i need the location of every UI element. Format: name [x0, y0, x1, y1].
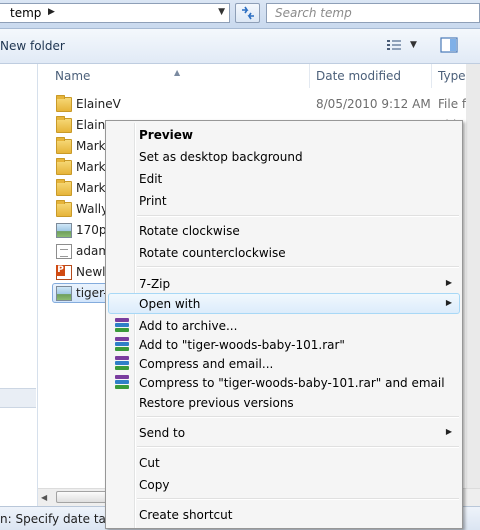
winrar-icon [115, 356, 129, 370]
views-icon[interactable] [386, 38, 404, 52]
submenu-arrow-icon: ▶ [445, 298, 452, 307]
menu-item-label: 7-Zip [139, 277, 171, 291]
winrar-icon [115, 375, 129, 389]
menu-item-set-desktop-background[interactable]: Set as desktop background [108, 146, 460, 167]
winrar-icon [115, 337, 129, 351]
file-name: Mark [76, 160, 106, 174]
menu-item-add-to-rar[interactable]: Add to "tiger-woods-baby-101.rar" [108, 334, 460, 355]
submenu-arrow-icon: ▶ [445, 427, 452, 436]
views-dropdown-icon[interactable]: ▼ [410, 40, 417, 50]
context-menu: Preview Set as desktop background Edit P… [105, 120, 463, 529]
image-file-icon [56, 286, 72, 301]
menu-separator [137, 266, 459, 268]
vertical-scrollbar[interactable] [466, 64, 480, 488]
menu-item-7zip[interactable]: 7-Zip ▶ [108, 273, 460, 294]
menu-item-rotate-counterclockwise[interactable]: Rotate counterclockwise [108, 242, 460, 263]
menu-item-print[interactable]: Print [108, 190, 460, 211]
menu-item-label: Cut [139, 456, 160, 470]
submenu-arrow-icon: ▶ [445, 278, 452, 287]
menu-item-label: Edit [139, 172, 163, 186]
menu-item-label: Create shortcut [139, 508, 233, 522]
image-file-icon [56, 223, 72, 238]
menu-item-label: Send to [139, 426, 186, 440]
sort-ascending-icon: ▲ [174, 68, 181, 77]
menu-item-compress-to-rar-and-email[interactable]: Compress to "tiger-woods-baby-101.rar" a… [108, 372, 460, 393]
menu-item-label: Rotate clockwise [139, 224, 240, 238]
menu-item-label: Copy [139, 478, 170, 492]
menu-item-restore-previous-versions[interactable]: Restore previous versions [108, 392, 460, 413]
menu-item-send-to[interactable]: Send to ▶ [108, 422, 460, 443]
file-date: 8/05/2010 9:12 AM [316, 97, 431, 111]
menu-item-create-shortcut[interactable]: Create shortcut [108, 504, 460, 525]
breadcrumb-temp[interactable]: temp [10, 6, 41, 20]
navigation-pane[interactable] [0, 64, 38, 529]
menu-item-label: Restore previous versions [139, 396, 294, 410]
menu-item-label: Compress to "tiger-woods-baby-101.rar" a… [139, 376, 445, 390]
search-input[interactable]: Search temp [266, 3, 480, 23]
menu-separator [137, 498, 459, 500]
menu-item-label: Preview [139, 128, 194, 142]
menu-item-open-with[interactable]: Open with ▶ [108, 293, 460, 314]
menu-item-label: Compress and email... [139, 357, 274, 371]
column-name-label: Name [55, 69, 91, 83]
file-name: Wally [76, 202, 109, 216]
file-name: ElaineV [76, 97, 121, 111]
menu-item-preview[interactable]: Preview [108, 124, 460, 145]
winrar-icon [115, 318, 129, 332]
menu-item-label: Print [139, 194, 167, 208]
breadcrumb-arrow-icon[interactable]: ▶ [48, 7, 55, 17]
menu-separator [137, 215, 459, 217]
scroll-left-icon[interactable]: ◀ [41, 493, 47, 502]
folder-icon [56, 95, 72, 112]
command-bar: New folder ▼ [0, 29, 480, 64]
menu-item-compress-and-email[interactable]: Compress and email... [108, 353, 460, 374]
chevron-down-icon[interactable]: ▼ [218, 7, 225, 17]
menu-item-rotate-clockwise[interactable]: Rotate clockwise [108, 220, 460, 241]
menu-item-label: Open with [139, 297, 201, 311]
menu-item-label: Add to archive... [139, 319, 238, 333]
menu-separator [137, 416, 459, 418]
folder-icon [56, 200, 72, 217]
address-bar: temp ▶ ▼ Search temp [0, 0, 480, 29]
menu-item-cut[interactable]: Cut [108, 452, 460, 473]
menu-item-copy[interactable]: Copy [108, 474, 460, 495]
document-file-icon [56, 244, 72, 259]
column-type-label: Type [438, 69, 466, 83]
file-name: Newl [76, 265, 106, 279]
folder-icon [56, 158, 72, 175]
folder-icon [56, 137, 72, 154]
file-name: tiger- [76, 286, 108, 300]
new-folder-button[interactable]: New folder [0, 39, 65, 53]
refresh-icon [242, 6, 254, 20]
menu-item-label: Add to "tiger-woods-baby-101.rar" [139, 338, 345, 352]
file-name: Mark [76, 181, 106, 195]
menu-item-label: Set as desktop background [139, 150, 303, 164]
folder-icon [56, 116, 72, 133]
menu-item-label: Rotate counterclockwise [139, 246, 286, 260]
file-row[interactable]: ElaineV 8/05/2010 9:12 AM File folde [38, 94, 480, 115]
column-header-name[interactable]: Name ▲ [38, 64, 310, 88]
column-header-date-modified[interactable]: Date modified [310, 64, 432, 88]
file-name: Mark [76, 139, 106, 153]
navigation-item[interactable] [0, 388, 36, 408]
refresh-button[interactable] [235, 3, 260, 23]
menu-separator [137, 446, 459, 448]
menu-item-add-to-archive[interactable]: Add to archive... [108, 315, 460, 336]
preview-pane-icon[interactable] [440, 37, 458, 53]
powerpoint-file-icon [56, 265, 72, 280]
address-field[interactable]: temp ▶ ▼ [0, 3, 230, 23]
folder-icon [56, 179, 72, 196]
column-date-label: Date modified [316, 69, 402, 83]
menu-item-edit[interactable]: Edit [108, 168, 460, 189]
search-placeholder: Search temp [275, 6, 352, 20]
